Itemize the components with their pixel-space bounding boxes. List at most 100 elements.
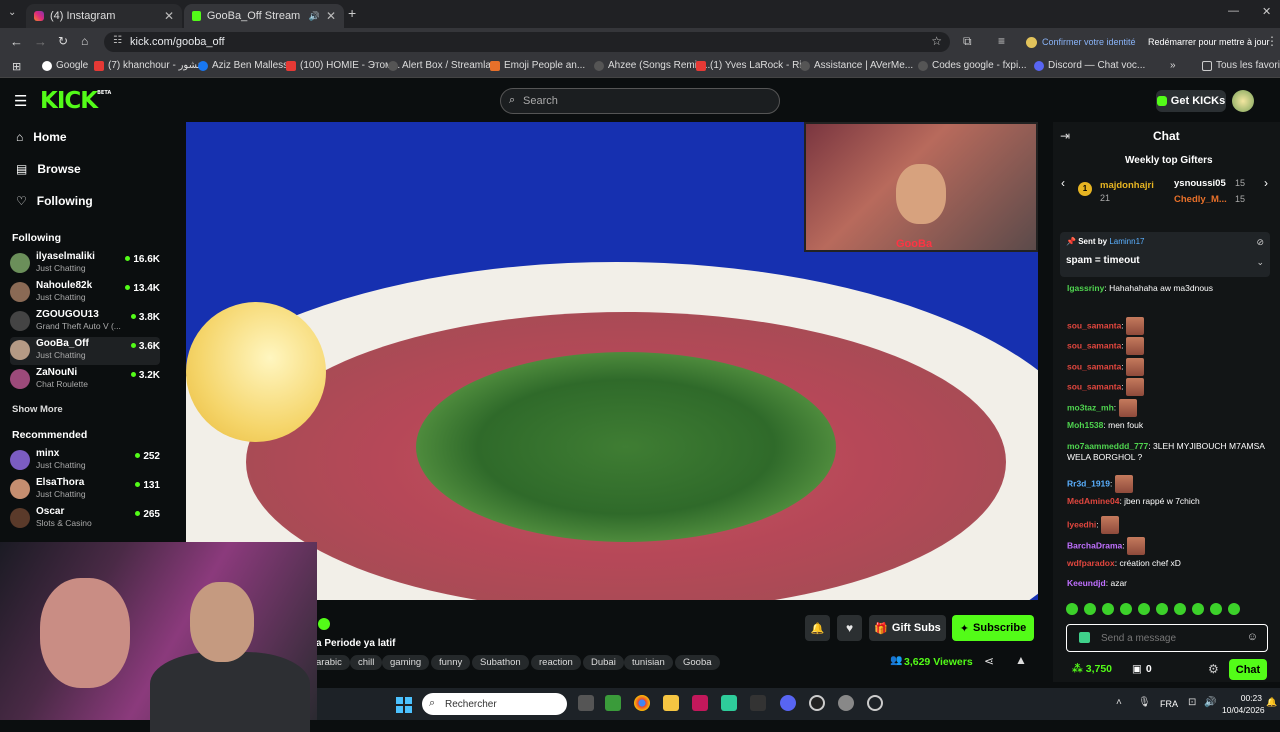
unpin-icon[interactable]: ⊘ bbox=[1256, 237, 1264, 248]
chat-username[interactable]: wdfparadox bbox=[1067, 558, 1115, 568]
chat-username[interactable]: lgassriny bbox=[1067, 283, 1104, 293]
channel-zanouni[interactable]: ZaNouNi Chat Roulette 3.2K bbox=[10, 366, 160, 394]
channel-nahoule82k[interactable]: Nahoule82k Just Chatting 13.4K bbox=[10, 279, 160, 307]
follow-button[interactable]: ♥ bbox=[837, 615, 862, 641]
forward-icon[interactable]: → bbox=[34, 34, 47, 49]
emote-icon[interactable] bbox=[1120, 603, 1132, 615]
app-icon[interactable] bbox=[721, 695, 737, 711]
nav-browse[interactable]: ▤ Browse bbox=[16, 162, 81, 176]
app-icon[interactable] bbox=[750, 695, 766, 711]
all-bookmarks[interactable]: Tous les favoris bbox=[1202, 60, 1280, 71]
emote-icon[interactable] bbox=[1066, 603, 1078, 615]
share-icon[interactable]: ⋖ bbox=[984, 654, 994, 668]
chat-username[interactable]: BarchaDrama bbox=[1067, 540, 1122, 550]
chevron-down-icon[interactable]: ⌄ bbox=[1256, 257, 1264, 268]
get-kicks-button[interactable]: Get KICKs bbox=[1156, 90, 1226, 112]
tag-chill[interactable]: chill bbox=[350, 655, 383, 670]
reload-icon[interactable]: ↻ bbox=[58, 34, 68, 48]
file-explorer-app-icon[interactable] bbox=[578, 695, 594, 711]
emote-icon[interactable] bbox=[1174, 603, 1186, 615]
chat-username[interactable]: Rr3d_1919 bbox=[1067, 478, 1110, 488]
site-info-icon[interactable]: ☷ bbox=[113, 35, 122, 46]
emote-icon[interactable] bbox=[1084, 603, 1096, 615]
video-player[interactable]: GooBa bbox=[186, 122, 1038, 600]
chat-username[interactable]: mo3taz_mh bbox=[1067, 402, 1114, 412]
channel-ilyaselmaliki[interactable]: ilyaselmaliki Just Chatting 16.6K bbox=[10, 250, 160, 278]
gift-subs-button[interactable]: 🎁 Gift Subs bbox=[869, 615, 946, 641]
chat-username[interactable]: Iyeedhi bbox=[1067, 519, 1096, 529]
close-icon[interactable]: ✕ bbox=[326, 9, 336, 23]
tab-kick[interactable]: GooBa_Off Stream - Watch 🔊 ✕ bbox=[184, 4, 344, 28]
microphone-icon[interactable]: 🎙 bbox=[1138, 697, 1151, 708]
app-icon[interactable] bbox=[692, 695, 708, 711]
tray-chevron-icon[interactable]: ˄ bbox=[1116, 697, 1122, 708]
kicks-points[interactable]: ⁂ 3,750 bbox=[1072, 663, 1112, 675]
windows-start-icon[interactable] bbox=[396, 697, 412, 713]
settings-app-icon[interactable] bbox=[838, 695, 854, 711]
emote-icon[interactable] bbox=[1210, 603, 1222, 615]
clock-date[interactable]: 10/04/2026 bbox=[1222, 705, 1265, 715]
app-icon[interactable] bbox=[605, 695, 621, 711]
new-tab-button[interactable]: + bbox=[348, 5, 356, 21]
gift-icon[interactable] bbox=[1079, 632, 1090, 643]
tag-subathon[interactable]: Subathon bbox=[472, 655, 529, 670]
apps-grid-icon[interactable]: ⊞ bbox=[12, 60, 21, 73]
back-icon[interactable]: ← bbox=[10, 34, 23, 49]
channel-zgougou13[interactable]: ZGOUGOU13 Grand Theft Auto V (... 3.8K bbox=[10, 308, 160, 336]
chat-username[interactable]: sou_samanta bbox=[1067, 381, 1121, 391]
emote-quickbar[interactable] bbox=[1066, 602, 1266, 618]
close-icon[interactable]: ✕ bbox=[164, 9, 174, 23]
close-window-button[interactable]: ✕ bbox=[1262, 5, 1271, 18]
emote-icon[interactable] bbox=[1156, 603, 1168, 615]
identity-notice[interactable]: Confirmer votre identité bbox=[1026, 32, 1136, 52]
bookmark-homie[interactable]: (100) HOMIE - Этом... bbox=[286, 60, 400, 71]
bookmark-yves[interactable]: (1) Yves LaRock - Ri... bbox=[696, 60, 810, 71]
restart-update-button[interactable]: Redémarrer pour mettre à jour bbox=[1142, 32, 1270, 52]
emote-icon[interactable] bbox=[1138, 603, 1150, 615]
emote-icon[interactable] bbox=[1192, 603, 1204, 615]
chat-username[interactable]: Keeundjd bbox=[1067, 578, 1106, 588]
user-avatar[interactable] bbox=[1232, 90, 1254, 112]
bookmark-codes[interactable]: Codes google - fxpi... bbox=[918, 60, 1027, 71]
chat-settings-icon[interactable]: ⚙ bbox=[1208, 662, 1219, 676]
chrome-app-icon[interactable] bbox=[634, 695, 650, 711]
kick-logo[interactable]: KICKBETA bbox=[40, 88, 111, 114]
chat-username[interactable]: mo7aammeddd_777 bbox=[1067, 441, 1148, 451]
send-chat-button[interactable]: Chat bbox=[1229, 659, 1267, 680]
hamburger-menu-icon[interactable]: ☰ bbox=[14, 92, 27, 110]
bookmark-avermedia[interactable]: Assistance | AVerMe... bbox=[800, 60, 913, 71]
bookmark-star-icon[interactable]: ☆ bbox=[931, 34, 942, 48]
channel-oscar[interactable]: Oscar Slots & Casino 265 bbox=[10, 505, 160, 533]
nav-home[interactable]: ⌂ Home bbox=[16, 130, 67, 144]
report-icon[interactable]: ▲ bbox=[1015, 653, 1027, 667]
more-bookmarks-icon[interactable]: » bbox=[1170, 60, 1176, 71]
chat-username[interactable]: sou_samanta bbox=[1067, 340, 1121, 350]
collapse-chat-icon[interactable]: ⇥ bbox=[1060, 129, 1070, 143]
kicks-balance[interactable]: ▣ 0 bbox=[1132, 663, 1152, 675]
obs-app-icon[interactable] bbox=[809, 695, 825, 711]
chat-username[interactable]: sou_samanta bbox=[1067, 361, 1121, 371]
clock-time[interactable]: 00:23 bbox=[1224, 693, 1262, 703]
emote-icon[interactable] bbox=[1228, 603, 1240, 615]
tag-gooba[interactable]: Gooba bbox=[675, 655, 720, 670]
folder-app-icon[interactable] bbox=[663, 695, 679, 711]
chat-username[interactable]: MedAmine04 bbox=[1067, 496, 1119, 506]
tag-gaming[interactable]: gaming bbox=[382, 655, 430, 670]
url-field[interactable]: ☷ kick.com/gooba_off ☆ bbox=[104, 32, 950, 52]
tab-instagram[interactable]: (4) Instagram ✕ bbox=[26, 4, 182, 28]
search-input[interactable]: ⌕ Search bbox=[500, 88, 780, 114]
bookmark-emoji[interactable]: Emoji People an... bbox=[490, 60, 585, 71]
bookmark-ahzee[interactable]: Ahzee (Songs Remix... bbox=[594, 60, 710, 71]
minimize-button[interactable]: — bbox=[1228, 5, 1239, 17]
chevron-right-icon[interactable]: › bbox=[1264, 176, 1268, 190]
tab-list-icon[interactable]: ⌄ bbox=[8, 7, 16, 18]
show-more-button[interactable]: Show More bbox=[12, 404, 63, 415]
tag-dubai[interactable]: Dubai bbox=[583, 655, 624, 670]
subscribe-button[interactable]: ✦ Subscribe bbox=[952, 615, 1034, 641]
media-player-app-icon[interactable] bbox=[867, 695, 883, 711]
notifications-button[interactable]: 🔔 bbox=[805, 615, 830, 641]
channel-gooba-off[interactable]: GooBa_Off Just Chatting 3.6K bbox=[10, 337, 160, 365]
bookmark-google[interactable]: Google bbox=[42, 60, 88, 71]
bookmark-discord[interactable]: Discord — Chat voc... bbox=[1034, 60, 1145, 71]
nav-following[interactable]: ♡ Following bbox=[16, 194, 93, 208]
